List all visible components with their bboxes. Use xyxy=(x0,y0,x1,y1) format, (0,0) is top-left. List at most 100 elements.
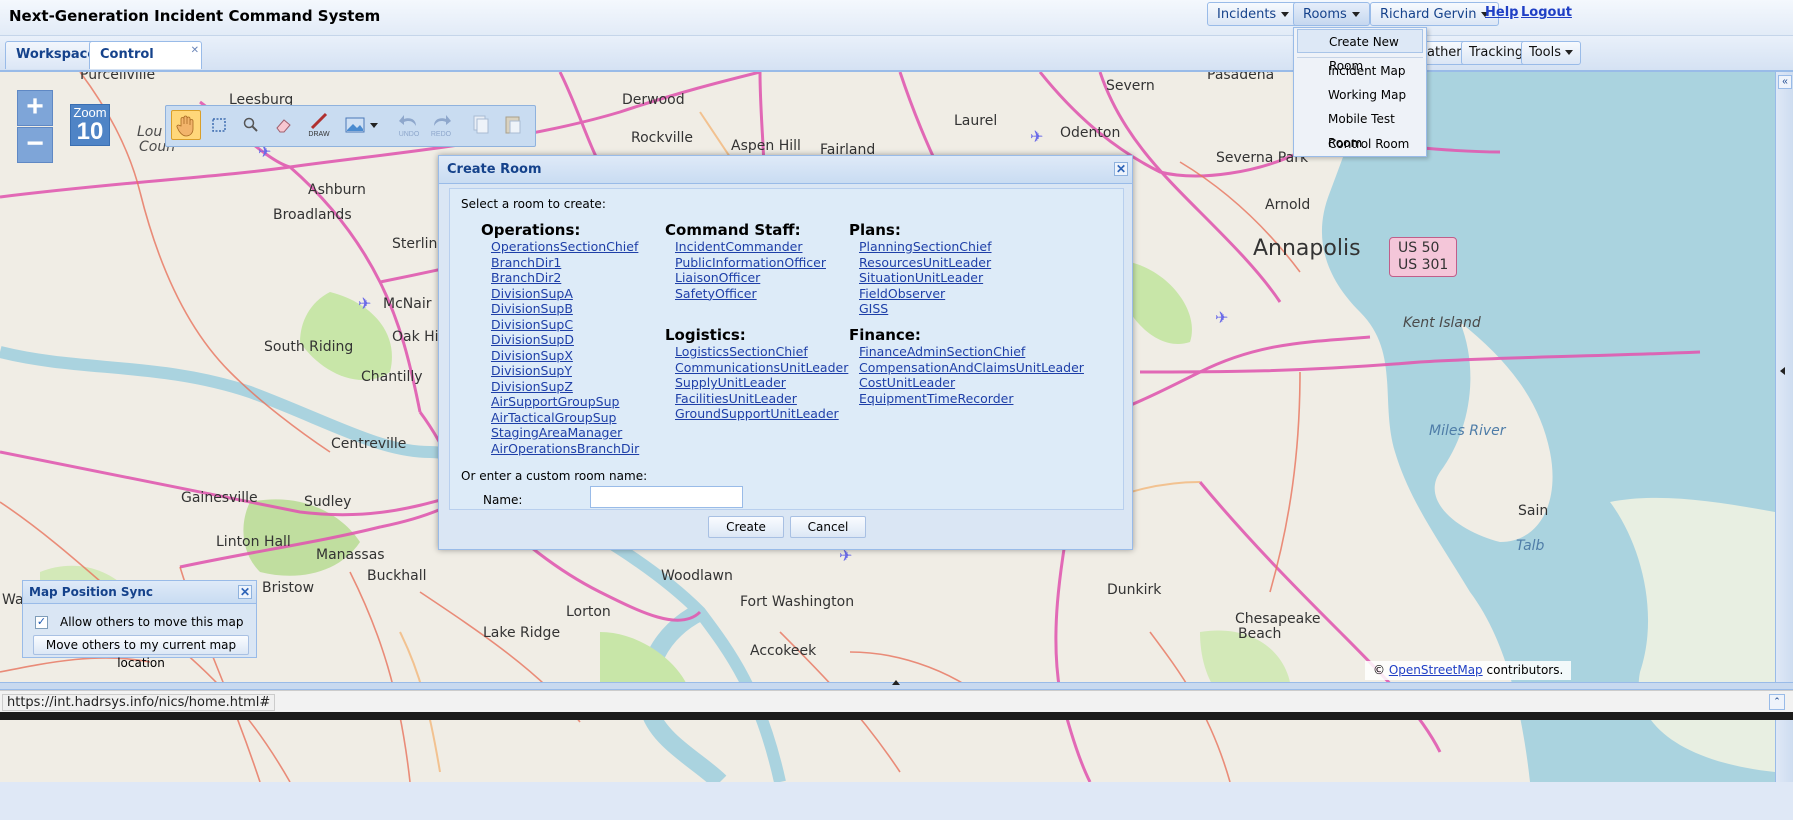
room-link[interactable]: AirTacticalGroupSup xyxy=(491,410,639,426)
map-label: Lorton xyxy=(566,604,611,620)
close-icon[interactable]: ✕ xyxy=(1114,162,1128,176)
menu-item-create-new-room[interactable]: Create New Room xyxy=(1297,29,1423,73)
undo-icon[interactable]: UNDO xyxy=(394,110,424,140)
room-link[interactable]: BranchDir1 xyxy=(491,255,639,271)
move-others-button[interactable]: Move others to my current map location xyxy=(33,635,249,670)
chevron-down-icon[interactable] xyxy=(366,110,382,140)
room-link[interactable]: StagingAreaManager xyxy=(491,425,639,441)
map-label: Severn xyxy=(1106,78,1155,94)
create-room-dialog: Create Room ✕ Select a room to create: O… xyxy=(438,155,1133,550)
close-icon[interactable]: ✕ xyxy=(191,38,199,64)
dialog-body: Select a room to create: Operations: Ope… xyxy=(449,188,1124,510)
airport-icon: ✈ xyxy=(1030,129,1044,146)
close-icon[interactable]: ✕ xyxy=(238,585,252,599)
panel-splitter-arrow-icon[interactable] xyxy=(1780,367,1785,375)
map-label: Aspen Hill xyxy=(731,138,801,154)
chevron-up-icon[interactable] xyxy=(892,680,900,685)
dialog-header: Create Room ✕ xyxy=(439,156,1132,184)
room-link[interactable]: SupplyUnitLeader xyxy=(675,375,848,391)
room-list: LogisticsSectionChief CommunicationsUnitL… xyxy=(665,344,848,422)
menu-item-incident-map[interactable]: Incident Map xyxy=(1297,59,1423,83)
incidents-menu-button[interactable]: Incidents xyxy=(1207,2,1300,26)
magnifier-icon[interactable] xyxy=(236,110,266,140)
room-link[interactable]: DivisionSupD xyxy=(491,332,639,348)
group-title: Operations: xyxy=(481,221,581,239)
menu-item-working-map[interactable]: Working Map xyxy=(1297,83,1423,107)
taskbar-strip xyxy=(0,712,1793,720)
user-menu-button[interactable]: Richard Gervin xyxy=(1370,2,1500,26)
incidents-menu-label: Incidents xyxy=(1217,7,1277,22)
map-label: Ashburn xyxy=(308,182,366,198)
menu-item-mobile-test-room[interactable]: Mobile Test Room xyxy=(1297,107,1423,150)
room-link[interactable]: DivisionSupC xyxy=(491,317,639,333)
zoom-in-button[interactable]: + xyxy=(17,90,53,126)
room-link[interactable]: FieldObserver xyxy=(859,286,992,302)
copy-icon[interactable] xyxy=(466,110,496,140)
room-list: OperationsSectionChief BranchDir1 BranchDi… xyxy=(481,239,639,456)
dialog-title: Create Room xyxy=(447,162,542,177)
help-link[interactable]: Help xyxy=(1485,5,1518,20)
allow-move-checkbox[interactable]: ✓ xyxy=(35,616,48,629)
tab-control-room[interactable]: Control Room ✕ xyxy=(89,38,202,88)
room-link[interactable]: PublicInformationOfficer xyxy=(675,255,826,271)
redo-icon[interactable]: REDO xyxy=(426,110,456,140)
room-link[interactable]: GISS xyxy=(859,301,992,317)
rooms-menu-button[interactable]: Rooms xyxy=(1293,2,1370,26)
room-link[interactable]: LogisticsSectionChief xyxy=(675,344,848,360)
room-link[interactable]: CostUnitLeader xyxy=(859,375,1084,391)
group-title: Command Staff: xyxy=(665,221,801,239)
pan-hand-icon[interactable] xyxy=(171,110,201,140)
select-box-icon[interactable] xyxy=(204,110,234,140)
group-finance: Finance: FinanceAdminSectionChief Compens… xyxy=(849,327,1084,406)
room-link[interactable]: FinanceAdminSectionChief xyxy=(859,344,1084,360)
status-bar: https://int.hadrsys.info/nics/home.html#… xyxy=(0,690,1793,713)
highway-shield: US 50 US 301 xyxy=(1389,237,1458,277)
map-label: Beach xyxy=(1238,626,1282,642)
room-link[interactable]: AirOperationsBranchDir xyxy=(491,441,639,457)
tools-menu-button[interactable]: Tools xyxy=(1521,41,1582,65)
room-link[interactable]: CommunicationsUnitLeader xyxy=(675,360,848,376)
collapse-bottom-icon[interactable]: ⌃ xyxy=(1769,694,1785,710)
highway-shield-line: US 301 xyxy=(1398,257,1449,273)
airport-icon: ✈ xyxy=(1215,310,1229,327)
room-link[interactable]: IncidentCommander xyxy=(675,239,826,255)
zoom-out-button[interactable]: − xyxy=(17,127,53,163)
map-label: Chantilly xyxy=(361,369,423,385)
room-link[interactable]: DivisionSupY xyxy=(491,363,639,379)
room-name-input[interactable] xyxy=(590,486,743,508)
create-button[interactable]: Create xyxy=(708,516,784,538)
draw-pen-icon[interactable]: DRAW xyxy=(302,110,336,140)
room-list: IncidentCommander PublicInformationOffice… xyxy=(665,239,826,301)
room-link[interactable]: EquipmentTimeRecorder xyxy=(859,391,1084,407)
room-link[interactable]: DivisionSupA xyxy=(491,286,639,302)
eraser-icon[interactable] xyxy=(269,110,299,140)
openstreetmap-link[interactable]: OpenStreetMap xyxy=(1389,663,1483,677)
cancel-button[interactable]: Cancel xyxy=(790,516,866,538)
user-name: Richard Gervin xyxy=(1380,7,1477,22)
collapse-panel-icon[interactable]: « xyxy=(1778,75,1792,89)
room-link[interactable]: CompensationAndClaimsUnitLeader xyxy=(859,360,1084,376)
room-link[interactable]: SituationUnitLeader xyxy=(859,270,992,286)
room-link[interactable]: GroundSupportUnitLeader xyxy=(675,406,848,422)
room-link[interactable]: AirSupportGroupSup xyxy=(491,394,639,410)
map-label: Rockville xyxy=(631,130,694,146)
drawing-toolbar: DRAW UNDO REDO xyxy=(165,105,536,147)
room-link[interactable]: DivisionSupB xyxy=(491,301,639,317)
bottom-splitter[interactable] xyxy=(0,680,1793,690)
room-link[interactable]: DivisionSupX xyxy=(491,348,639,364)
room-link[interactable]: ResourcesUnitLeader xyxy=(859,255,992,271)
map-label: Lou xyxy=(137,124,163,140)
menu-item-control-room[interactable]: Control Room xyxy=(1297,132,1423,156)
status-url: https://int.hadrsys.info/nics/home.html# xyxy=(2,694,276,711)
chevron-down-icon xyxy=(1351,12,1360,17)
room-link[interactable]: FacilitiesUnitLeader xyxy=(675,391,848,407)
room-link[interactable]: OperationsSectionChief xyxy=(491,239,639,255)
room-link[interactable]: BranchDir2 xyxy=(491,270,639,286)
paste-icon[interactable] xyxy=(498,110,528,140)
room-link[interactable]: SafetyOfficer xyxy=(675,286,826,302)
custom-room-label: Or enter a custom room name: xyxy=(461,469,648,483)
logout-link[interactable]: Logout xyxy=(1521,5,1572,20)
room-link[interactable]: LiaisonOfficer xyxy=(675,270,826,286)
room-link[interactable]: DivisionSupZ xyxy=(491,379,639,395)
room-link[interactable]: PlanningSectionChief xyxy=(859,239,992,255)
